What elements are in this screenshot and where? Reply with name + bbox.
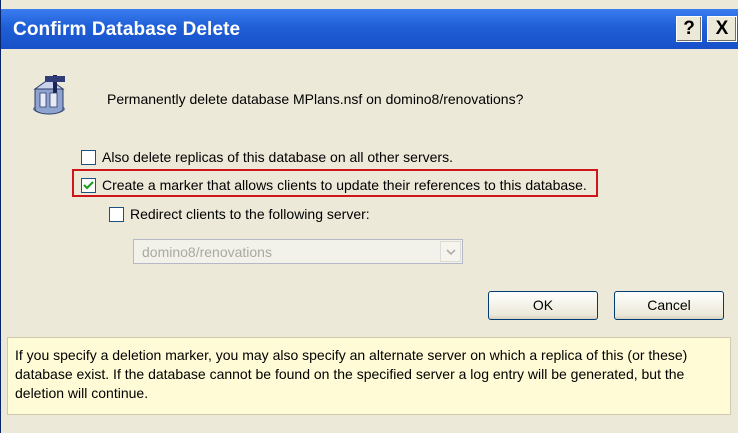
close-button[interactable]: X	[707, 16, 737, 42]
help-button[interactable]: ?	[676, 16, 702, 42]
info-text: If you specify a deletion marker, you ma…	[15, 347, 688, 401]
checkbox-redirect-clients[interactable]	[109, 206, 124, 222]
dialog-body: Permanently delete database MPlans.nsf o…	[1, 49, 738, 433]
server-select-value: domino8/renovations	[142, 244, 272, 260]
delete-question: Permanently delete database MPlans.nsf o…	[107, 91, 524, 107]
chevron-down-icon	[446, 249, 456, 255]
option-delete-replicas[interactable]: Also delete replicas of this database on…	[81, 149, 453, 165]
highlight-box	[72, 169, 598, 197]
confirm-database-delete-dialog: Confirm Database Delete ? X Permanently …	[0, 0, 738, 433]
title-bar[interactable]: Confirm Database Delete ? X	[1, 9, 738, 49]
window-title: Confirm Database Delete	[13, 19, 241, 40]
cancel-button[interactable]: Cancel	[614, 291, 724, 320]
option-delete-replicas-label: Also delete replicas of this database on…	[102, 149, 453, 165]
option-redirect-clients-label: Redirect clients to the following server…	[130, 206, 370, 222]
checkbox-delete-replicas[interactable]	[81, 149, 96, 165]
server-select[interactable]: domino8/renovations	[133, 239, 463, 264]
info-panel: If you specify a deletion marker, you ma…	[7, 337, 731, 415]
database-delete-icon	[33, 75, 65, 115]
option-redirect-clients[interactable]: Redirect clients to the following server…	[109, 206, 370, 222]
ok-button[interactable]: OK	[488, 291, 598, 320]
server-select-dropdown-button[interactable]	[440, 241, 461, 262]
